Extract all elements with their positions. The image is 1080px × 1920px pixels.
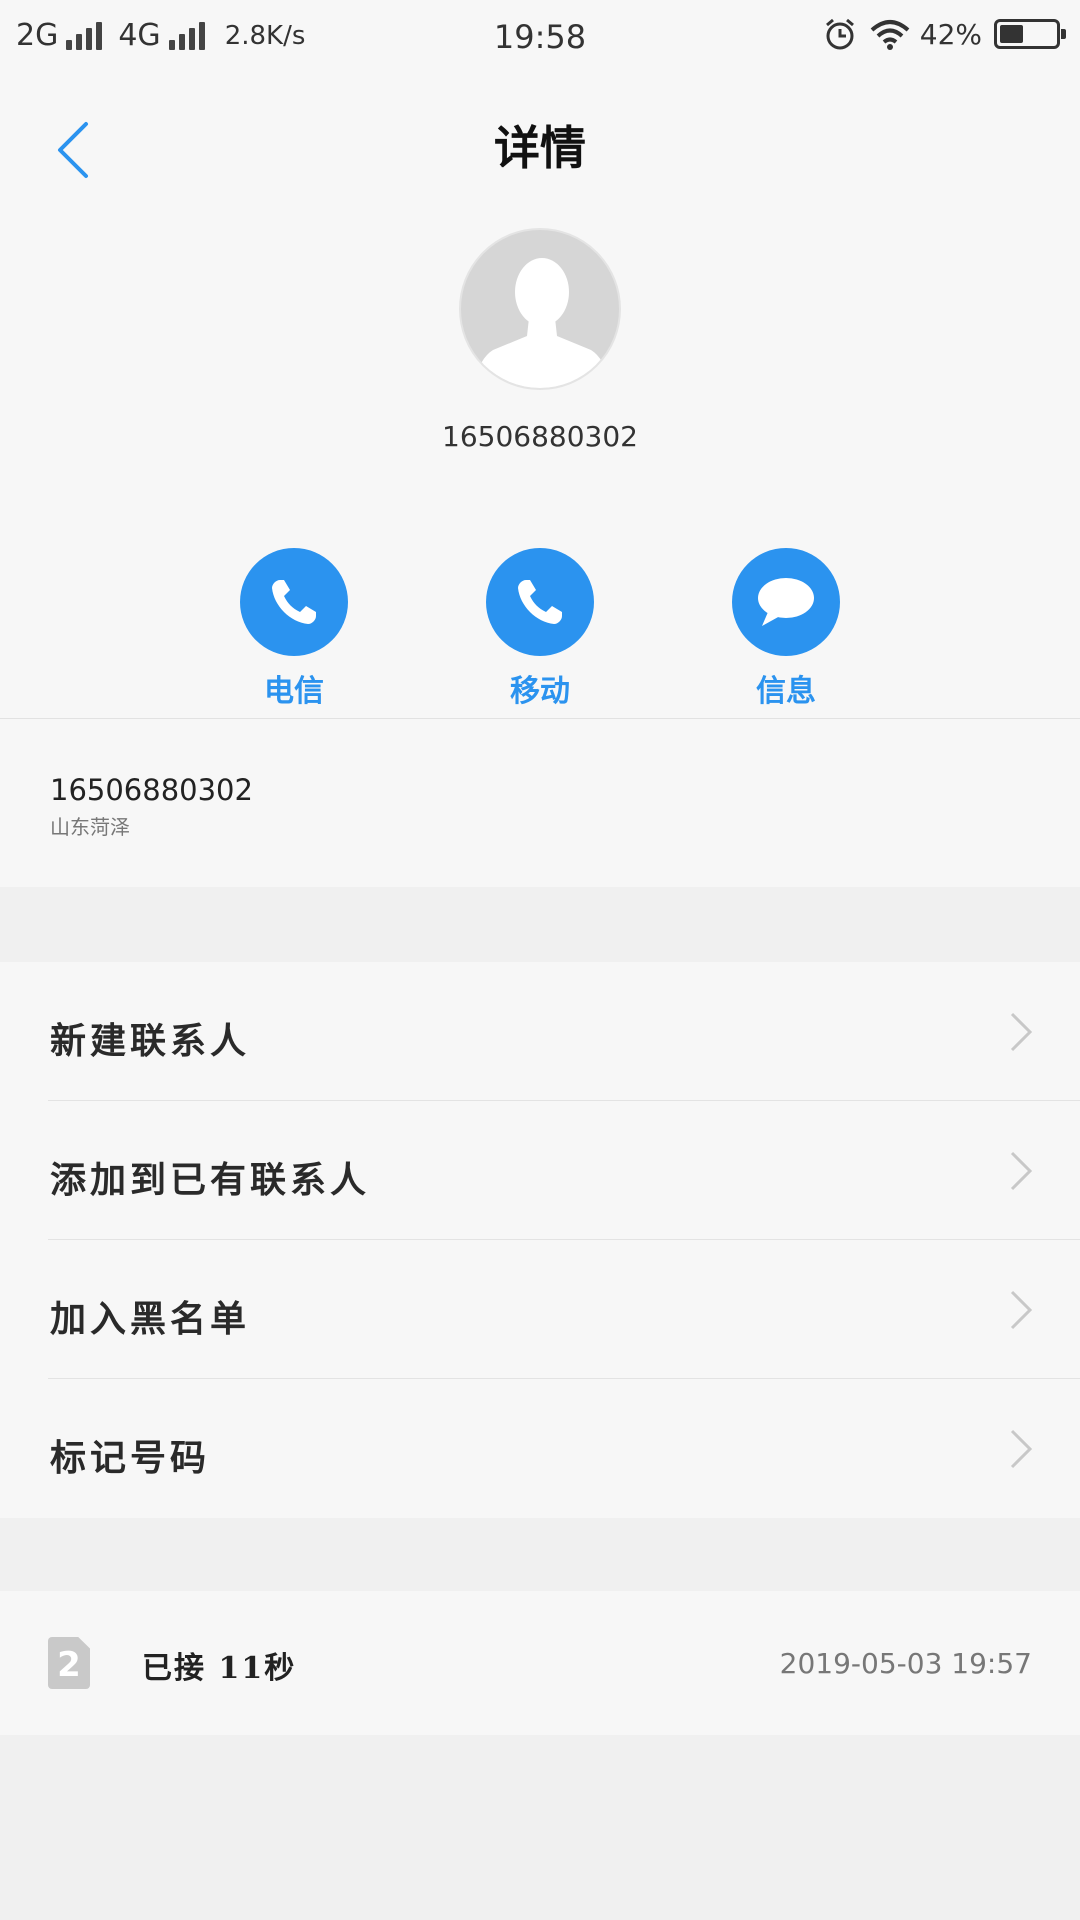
call-mobile-circle[interactable]: [486, 548, 594, 656]
action-row: 电信 移动 信息: [0, 548, 1080, 710]
wifi-icon: [870, 20, 910, 50]
menu-item-blacklist[interactable]: 加入黑名单: [0, 1240, 1080, 1379]
number-info-card[interactable]: 16506880302 山东菏泽: [0, 719, 1080, 887]
menu-item-label: 加入黑名单: [50, 1298, 251, 1340]
alarm-icon: [825, 18, 854, 50]
call-detail-screen: 2G 4G 2.8K/s 19:58 42% 详情 16506880302 电信…: [0, 0, 1080, 1920]
menu-item-label: 新建联系人: [50, 1020, 251, 1062]
default-avatar-icon: [473, 258, 611, 388]
info-location: 山东菏泽: [50, 815, 130, 839]
menu-item-label: 添加到已有联系人: [50, 1159, 371, 1201]
call-telecom-circle[interactable]: [240, 548, 348, 656]
menu-item-new-contact[interactable]: 新建联系人: [0, 962, 1080, 1101]
call-telecom-label: 电信: [264, 674, 324, 709]
sim-card-icon: 2: [48, 1637, 90, 1689]
battery-fill: [1000, 25, 1023, 43]
options-menu: 新建联系人 添加到已有联系人 加入黑名单 标记号码: [0, 962, 1080, 1518]
chevron-right-icon: [1010, 1012, 1033, 1052]
status-right: 42%: [822, 16, 1066, 52]
message-icon: [758, 578, 814, 626]
call-status: 已接 11秒: [142, 1651, 297, 1686]
call-log-entry[interactable]: 2 已接 11秒 2019-05-03 19:57: [0, 1591, 1080, 1735]
call-telecom-button[interactable]: 电信: [229, 548, 359, 710]
call-mobile-label: 移动: [510, 674, 570, 709]
message-circle[interactable]: [732, 548, 840, 656]
chevron-right-icon: [1010, 1290, 1033, 1330]
chevron-right-icon: [1010, 1151, 1033, 1191]
battery-percent: 42%: [919, 17, 982, 51]
phone-icon: [272, 580, 316, 624]
phone-icon: [518, 580, 562, 624]
menu-item-add-to-existing[interactable]: 添加到已有联系人: [0, 1101, 1080, 1240]
status-bar: 2G 4G 2.8K/s 19:58 42%: [0, 0, 1080, 76]
contact-header: 详情 16506880302 电信 移动 信息: [0, 76, 1080, 719]
menu-item-label: 标记号码: [50, 1437, 211, 1479]
info-phone-number: 16506880302: [50, 773, 253, 807]
avatar: [459, 228, 621, 390]
page-title: 详情: [494, 121, 586, 175]
header-phone-number: 16506880302: [442, 420, 638, 453]
call-mobile-button[interactable]: 移动: [475, 548, 605, 710]
message-button[interactable]: 信息: [721, 548, 851, 710]
chevron-right-icon: [1010, 1429, 1033, 1469]
call-datetime: 2019-05-03 19:57: [779, 1647, 1032, 1680]
message-label: 信息: [756, 674, 816, 709]
battery-icon: [994, 19, 1066, 49]
menu-item-mark-number[interactable]: 标记号码: [0, 1379, 1080, 1518]
